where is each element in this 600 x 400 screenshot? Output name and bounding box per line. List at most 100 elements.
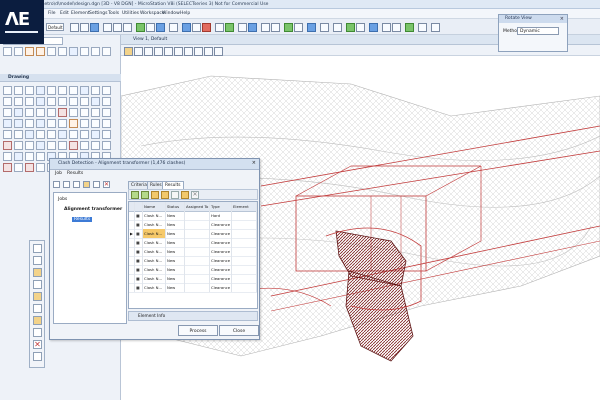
tool-button[interactable] — [58, 130, 67, 139]
open-file-icon[interactable] — [80, 23, 89, 32]
tool-button[interactable] — [47, 97, 56, 106]
copy-icon[interactable] — [215, 23, 224, 32]
menu-job[interactable]: Job — [55, 171, 62, 176]
move-element-icon[interactable] — [33, 304, 42, 313]
pan-view-icon[interactable] — [194, 47, 203, 56]
new-file-icon[interactable] — [70, 23, 79, 32]
tab-results[interactable]: Results — [162, 181, 184, 189]
tool-button[interactable] — [102, 108, 111, 117]
tree-root-jobs[interactable]: Jobs — [58, 197, 67, 202]
modify-icon[interactable] — [33, 268, 42, 277]
tool-button[interactable] — [58, 108, 67, 117]
scale-icon[interactable] — [248, 23, 257, 32]
tool-button[interactable] — [14, 119, 23, 128]
menu-file[interactable]: File — [48, 11, 56, 16]
place-circle-tool[interactable] — [25, 86, 34, 95]
clip-volume-icon[interactable] — [346, 23, 355, 32]
clash-icon[interactable] — [405, 23, 414, 32]
tool-button[interactable] — [25, 141, 34, 150]
tool-button[interactable] — [47, 108, 56, 117]
close-button[interactable]: Close — [219, 325, 259, 336]
reference-icon[interactable] — [369, 23, 378, 32]
tool-button[interactable] — [80, 119, 89, 128]
menu-element[interactable]: Element — [71, 11, 90, 16]
tool-button[interactable] — [36, 108, 45, 117]
menu-results[interactable]: Results — [67, 171, 83, 176]
delete-element-icon[interactable]: ✕ — [33, 340, 42, 349]
fit-view-icon[interactable] — [174, 47, 183, 56]
array-icon[interactable] — [271, 23, 280, 32]
col-element[interactable]: Element — [232, 202, 257, 211]
view-previous-icon[interactable] — [204, 47, 213, 56]
level-select[interactable]: Default — [46, 23, 64, 31]
tool-button[interactable] — [69, 119, 78, 128]
trim-tool[interactable] — [91, 86, 100, 95]
tool-button[interactable] — [47, 130, 56, 139]
tool-button[interactable] — [69, 108, 78, 117]
tool-button[interactable] — [25, 119, 34, 128]
element-info-panel[interactable]: Element Info — [128, 311, 258, 321]
tool-button[interactable] — [91, 97, 100, 106]
raster-icon[interactable] — [382, 23, 391, 32]
menu-settings[interactable]: Settings — [89, 11, 107, 16]
rotate-icon[interactable] — [238, 23, 247, 32]
menu-help[interactable]: Help — [180, 11, 190, 16]
tool-button[interactable] — [3, 130, 12, 139]
redo-icon[interactable] — [123, 23, 132, 32]
display-style-icon[interactable] — [294, 23, 303, 32]
tool-button[interactable] — [25, 97, 34, 106]
project-explorer-icon[interactable] — [418, 23, 427, 32]
tool-button[interactable] — [47, 119, 56, 128]
element-info-icon[interactable] — [169, 23, 178, 32]
fillet-tool[interactable] — [80, 86, 89, 95]
tool-button[interactable] — [36, 152, 45, 161]
saved-views-icon[interactable] — [320, 23, 329, 32]
pencil-icon[interactable] — [33, 292, 42, 301]
tool-button[interactable] — [102, 141, 111, 150]
tool-button[interactable] — [3, 108, 12, 117]
tool-button[interactable] — [80, 141, 89, 150]
tool-button[interactable] — [102, 97, 111, 106]
view-attributes-icon[interactable] — [307, 23, 316, 32]
tool-button[interactable] — [102, 47, 111, 56]
zoom-in-icon[interactable] — [144, 47, 153, 56]
snap-icon[interactable] — [146, 23, 155, 32]
dimension-tool[interactable] — [69, 86, 78, 95]
render-icon[interactable] — [284, 23, 293, 32]
tool-button[interactable] — [80, 130, 89, 139]
view-attributes-icon[interactable] — [124, 47, 133, 56]
menu-workspace[interactable]: Workspace — [140, 11, 165, 16]
place-arc-tool[interactable] — [14, 86, 23, 95]
tool-button[interactable] — [14, 130, 23, 139]
close-icon[interactable]: × — [560, 16, 564, 22]
method-select[interactable]: Dynamic — [517, 27, 559, 35]
tool-button[interactable] — [36, 47, 45, 56]
new-job-icon[interactable] — [53, 181, 60, 188]
folder-icon[interactable] — [181, 191, 189, 199]
col-status[interactable]: Status — [166, 202, 185, 211]
rotate-view-icon[interactable] — [184, 47, 193, 56]
section-icon[interactable] — [356, 23, 365, 32]
level-manager-icon[interactable] — [156, 23, 165, 32]
edit-job-icon[interactable] — [93, 181, 100, 188]
drawing-section-header[interactable]: Drawing — [0, 74, 121, 82]
menu-window[interactable]: Window — [162, 11, 180, 16]
tool-button[interactable] — [80, 47, 89, 56]
tool-button[interactable] — [80, 108, 89, 117]
mirror-icon[interactable] — [261, 23, 270, 32]
open-job-icon[interactable] — [63, 181, 70, 188]
tool-button[interactable] — [25, 163, 34, 172]
tool-button[interactable] — [36, 163, 45, 172]
tool-button[interactable] — [14, 163, 23, 172]
tool-button[interactable] — [36, 97, 45, 106]
tool-button[interactable] — [25, 108, 34, 117]
tool-button[interactable] — [69, 130, 78, 139]
tree-job-node[interactable]: Alignment transformer — [64, 207, 122, 212]
place-line-tool[interactable] — [3, 86, 12, 95]
tool-button[interactable] — [91, 108, 100, 117]
window-area-icon[interactable] — [164, 47, 173, 56]
tool-button[interactable] — [91, 119, 100, 128]
tool-button[interactable] — [14, 47, 23, 56]
measure-element-icon[interactable] — [33, 352, 42, 361]
list-icon[interactable] — [171, 191, 179, 199]
